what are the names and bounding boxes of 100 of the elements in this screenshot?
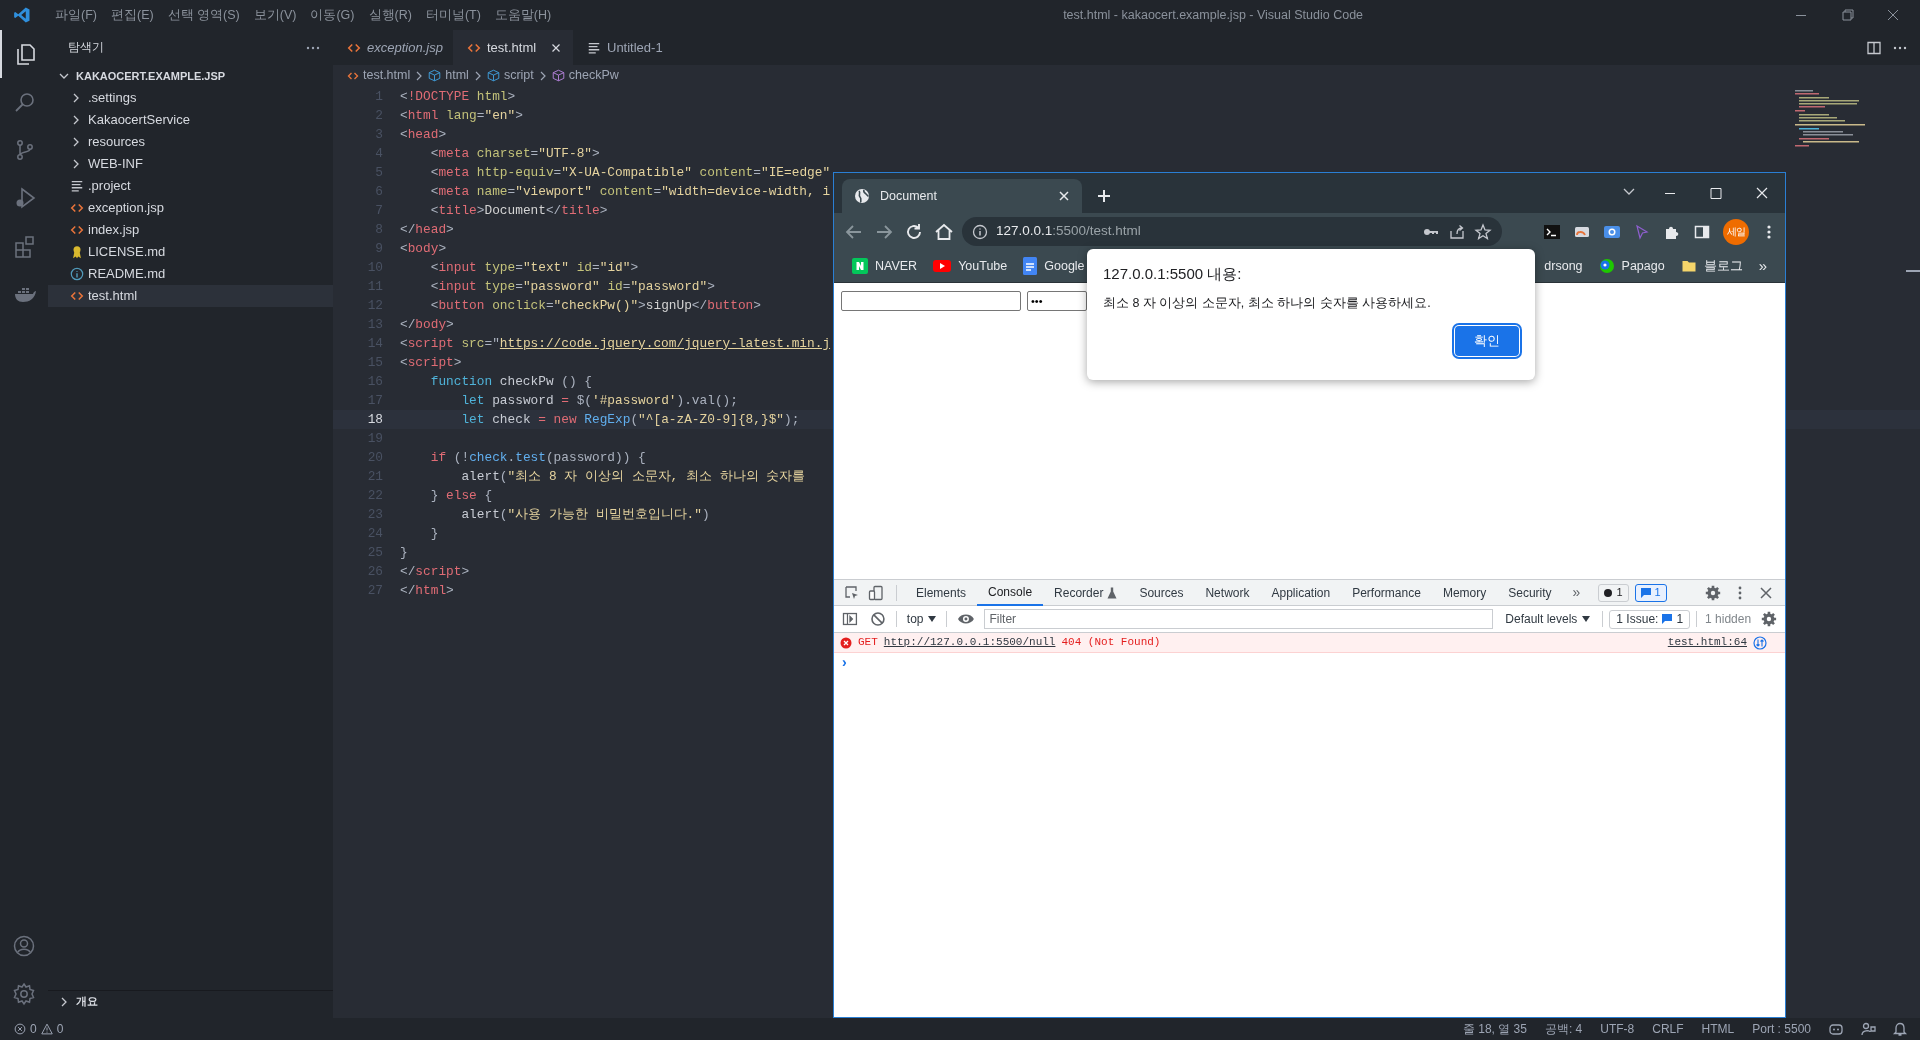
split-editor-icon[interactable] [1866,39,1882,56]
code-line: alert("사용 가능한 비밀번호입니다.") [460,505,710,524]
tree-item[interactable]: exception.jsp [48,197,333,219]
feedback-icon[interactable] [1860,1021,1876,1037]
bookmark[interactable]: NAVER [844,256,926,276]
issues-button[interactable]: 1 Issue: 1 [1609,609,1691,629]
menu-item[interactable]: 도움말(H) [487,5,559,25]
devtools-tab[interactable]: Performance [1341,579,1432,606]
breadcrumb-item[interactable]: checkPw [551,66,619,85]
menu-item[interactable]: 실행(R) [361,5,419,25]
settings-icon[interactable] [1705,584,1721,601]
bell-icon[interactable] [1892,1021,1908,1037]
breadcrumb-item[interactable]: test.html [347,66,411,85]
device-icon[interactable] [868,584,884,601]
menu-item[interactable]: 편집(E) [103,5,161,25]
tree-item[interactable]: index.jsp [48,219,333,241]
request-method: GET [858,635,878,651]
editor-tab[interactable]: test.html [453,30,573,65]
bookmark[interactable]: YouTube [925,256,1016,276]
star-icon[interactable] [1474,222,1492,241]
terminal-icon[interactable] [1543,222,1561,241]
warning-icon [40,1023,53,1035]
devtools-tab[interactable]: Network [1194,579,1261,606]
devtools-tab[interactable]: Memory [1431,579,1498,606]
code-line: <button onclick="checkPw()">signUp</button> [429,296,761,315]
tree-item[interactable]: KAKAOCERT.EXAMPLE.JSP [48,65,333,87]
inspect-icon[interactable] [844,584,860,601]
eye-icon[interactable] [956,612,975,626]
menu-item[interactable]: 터미널(T) [418,5,488,25]
status-item[interactable]: CRLF [1643,1020,1693,1038]
message-count-badge[interactable]: 1 [1634,583,1667,602]
naver-icon [852,258,868,274]
problems-indicator[interactable]: 0 0 [0,1020,64,1038]
tree-item[interactable]: LICENSE.md [48,241,333,263]
breadcrumb-item[interactable]: script [486,66,534,85]
network-request-icon[interactable] [1753,635,1767,650]
devtools-tab[interactable]: Security [1497,579,1563,606]
tree-item[interactable]: KakaocertService [48,109,333,131]
filter-field[interactable]: Filter [984,609,1494,629]
editor-tab[interactable]: Untitled-1 [573,30,693,65]
status-item[interactable]: 공백: 4 [1535,1020,1592,1038]
devtools-tab[interactable]: Sources [1128,579,1195,606]
bookmark[interactable]: 블로그 [1672,256,1751,276]
bookmark[interactable]: drsong [1536,256,1591,276]
account-icon[interactable] [12,934,36,958]
editor-tab[interactable]: exception.jsp [333,30,453,65]
menu-item[interactable]: 선택 영역(S) [160,5,247,25]
error-status: 404 (Not Found) [1061,635,1161,651]
sidebar-toggle-icon[interactable] [842,611,858,627]
source-link[interactable]: test.html:64 [1667,634,1747,651]
more-tabs-button[interactable]: » [1562,582,1591,603]
close-icon[interactable] [1759,585,1773,600]
devtools-tab[interactable]: Recorder [1043,579,1129,606]
tree-item[interactable]: resources [48,131,333,153]
status-item[interactable]: UTF-8 [1591,1020,1644,1038]
devtools-tab[interactable]: Elements [905,579,978,606]
more-bookmarks-button[interactable]: » [1750,254,1775,278]
folder-icon [1680,258,1697,274]
console-link[interactable]: http://127.0.0.1:5500/null [883,634,1056,651]
outline-section-header[interactable]: 개요 [48,990,333,1012]
devtools-tab[interactable]: Console [977,579,1044,606]
search-icon[interactable] [13,90,37,114]
hidden-count: 1 hidden [1704,611,1753,628]
browser-tab[interactable]: Document [842,179,1082,213]
menu-item[interactable]: 보기(V) [246,5,304,25]
code-line: <meta name="viewport" content="width=device-width, i [429,182,831,201]
error-icon [14,1023,26,1035]
code-line: </script> [400,562,470,581]
tree-item[interactable]: WEB-INF [48,153,333,175]
status-item[interactable]: 줄 18, 열 35 [1453,1020,1536,1038]
code-line: } [429,524,439,543]
error-count-badge[interactable]: 1 [1598,583,1629,602]
tree-item[interactable]: README.md [48,263,333,285]
code-line: <script src="https://code.jquery.com/jquery-latest.min.j [400,334,831,353]
breadcrumb-item[interactable]: html [428,66,469,85]
address-bar[interactable]: 127.0.0.1:5500/test.html [962,217,1502,246]
dot-icon [1604,588,1613,597]
dialog-message: 최소 8 자 이상의 소문자, 최소 하나의 숫자를 사용하세요. [1103,294,1431,312]
tree-item[interactable]: test.html [48,285,333,307]
extensions-icon[interactable] [13,234,37,258]
input-field[interactable]: ••• [1027,291,1087,311]
clear-console-icon[interactable] [869,611,886,627]
status-item[interactable]: Port : 5500 [1743,1020,1820,1038]
console-prompt[interactable]: › [842,651,847,673]
log-levels-dropdown[interactable]: Default levels [1499,610,1597,628]
tree-item[interactable]: .settings [48,87,333,109]
share-icon[interactable] [1448,222,1466,241]
status-item[interactable]: HTML [1692,1020,1744,1038]
settings-icon[interactable] [1761,611,1778,627]
input-field[interactable] [841,291,1021,311]
accounts-icon[interactable] [1828,1021,1844,1037]
menu-item[interactable]: 이동(G) [303,5,362,25]
menu-item[interactable]: 파일(F) [48,5,104,25]
context-selector[interactable]: top [902,610,940,628]
caret-icon [1582,616,1591,622]
settings-icon[interactable] [12,982,36,1006]
devtools-tab[interactable]: Application [1260,579,1342,606]
tree-item[interactable]: .project [48,175,333,197]
bookmark[interactable]: Papago [1590,256,1673,276]
ok-button[interactable]: 확인 [1455,326,1519,357]
